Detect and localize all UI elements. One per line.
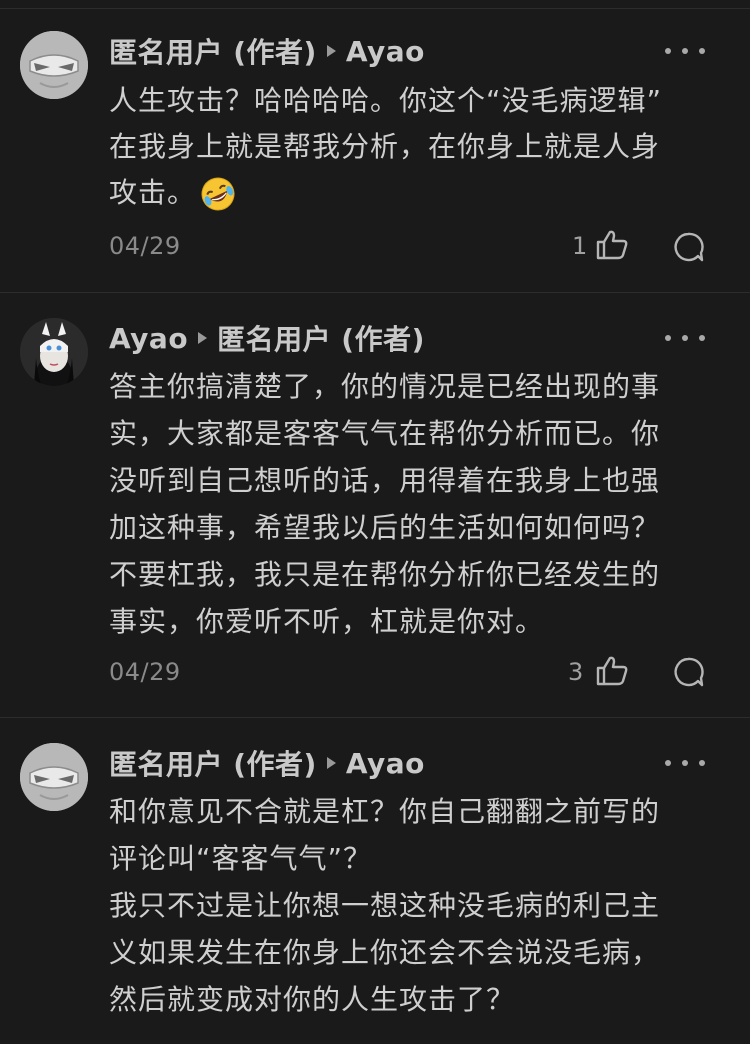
anonymous-avatar[interactable] xyxy=(20,743,88,811)
comment-header: Ayao 匿名用户 (作者) xyxy=(109,318,425,358)
play-arrow-icon xyxy=(326,757,336,769)
comment-text-line: 人生攻击？哈哈哈哈。你这个“没毛病逻辑” xyxy=(109,84,663,117)
comment-text-line: 我只不过是让你想一想这种没毛病的利己主 xyxy=(109,889,661,922)
reply-to-name[interactable]: Ayao xyxy=(346,35,425,68)
comment-text-line: 实，大家都是客客气气在帮你分析而已。你 xyxy=(109,417,661,450)
author-name[interactable]: 匿名用户 (作者) xyxy=(109,31,317,71)
top-divider xyxy=(0,8,750,9)
author-name[interactable]: Ayao xyxy=(109,322,188,355)
like-count: 1 xyxy=(572,232,588,260)
anonymous-avatar[interactable] xyxy=(20,31,88,99)
like-count: 3 xyxy=(568,658,584,686)
comment-date: 04/29 xyxy=(109,232,181,260)
thumbs-up-icon[interactable] xyxy=(595,655,629,687)
more-dots-icon[interactable] xyxy=(665,41,705,61)
comment-text-line: 和你意见不合就是杠？你自己翻翻之前写的 xyxy=(109,795,661,828)
comment-text-line: 评论叫“客客气气”？ xyxy=(109,842,373,875)
comment-text-line: 没听到自己想听的话，用得着在我身上也强 xyxy=(109,464,661,497)
comment-divider xyxy=(0,292,750,293)
anonymous-mask-icon xyxy=(20,743,88,811)
comment-text-line: 不要杠我，我只是在帮你分析你已经发生的 xyxy=(109,558,661,591)
comment-text-line: 加这种事，希望我以后的生活如何如何吗？ xyxy=(109,511,661,544)
comment-header: 匿名用户 (作者) Ayao xyxy=(109,31,425,71)
comment-text-line: 攻击。 xyxy=(109,170,236,216)
comment-text-line: 义如果发生在你身上你还会不会说没毛病， xyxy=(109,936,661,969)
play-arrow-icon xyxy=(326,45,336,57)
comment-bubble-icon[interactable] xyxy=(672,656,704,688)
reply-to-name[interactable]: Ayao xyxy=(346,747,425,780)
comment-bubble-icon[interactable] xyxy=(672,231,704,263)
comment-text-line: 在我身上就是帮我分析，在你身上就是人身 xyxy=(109,130,661,163)
ayao-avatar[interactable] xyxy=(20,318,88,386)
play-arrow-icon xyxy=(198,332,208,344)
comment-text-line: 事实，你爱听不听，杠就是你对。 xyxy=(109,605,545,638)
comment-date: 04/29 xyxy=(109,658,181,686)
comment-divider xyxy=(0,717,750,718)
author-name[interactable]: 匿名用户 (作者) xyxy=(109,743,317,783)
anonymous-mask-icon xyxy=(20,31,88,99)
user-photo-icon xyxy=(20,318,88,386)
comment-header: 匿名用户 (作者) Ayao xyxy=(109,743,425,783)
comment-text-line: 答主你搞清楚了，你的情况是已经出现的事 xyxy=(109,370,661,403)
reply-to-name[interactable]: 匿名用户 (作者) xyxy=(217,318,425,358)
rolling-on-floor-laughing-emoji xyxy=(201,177,235,211)
more-dots-icon[interactable] xyxy=(665,328,705,348)
more-dots-icon[interactable] xyxy=(665,753,705,773)
thumbs-up-icon[interactable] xyxy=(595,229,629,261)
comment-text-segment: 攻击。 xyxy=(109,176,197,209)
comment-text-line: 然后就变成对你的人生攻击了？ xyxy=(109,983,516,1016)
